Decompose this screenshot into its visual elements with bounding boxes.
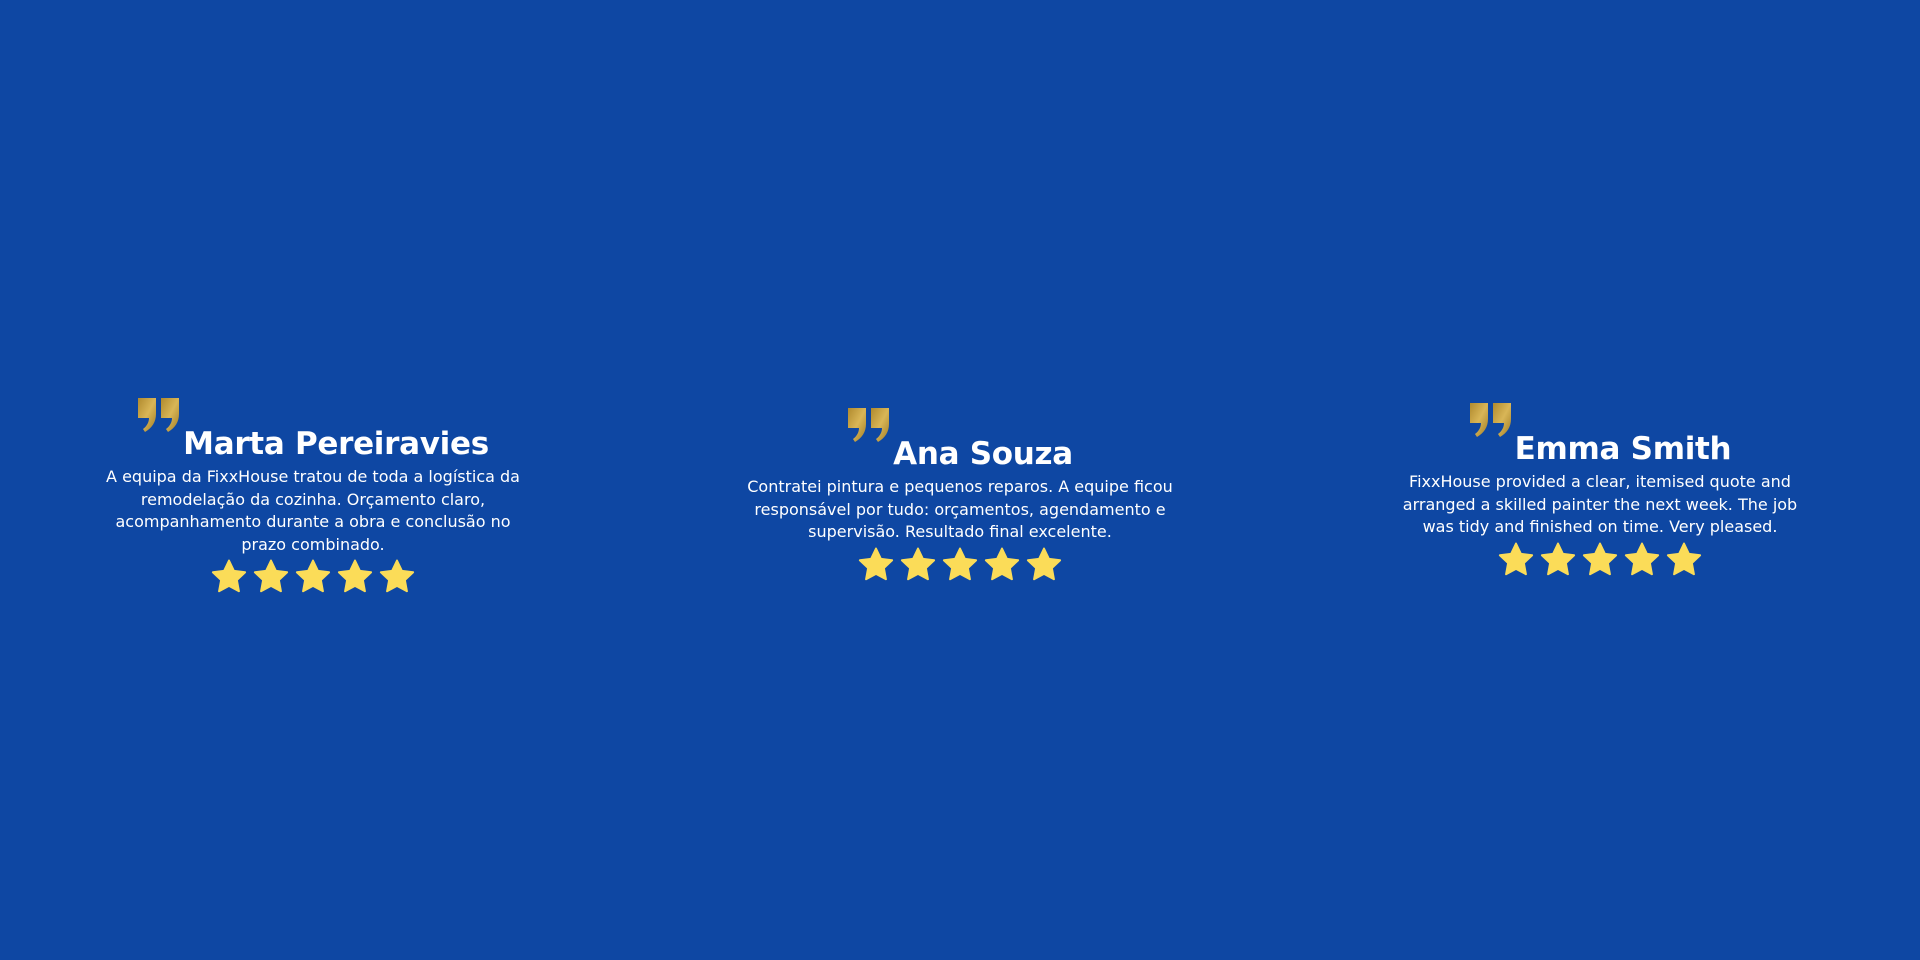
testimonial-card: Ana Souza Contratei pintura e pequenos r… — [740, 408, 1180, 584]
star-icon — [1666, 542, 1702, 575]
star-icon — [984, 547, 1020, 580]
reviewer-name: Ana Souza — [893, 436, 1073, 472]
star-icon — [1498, 542, 1534, 575]
testimonial-heading: Marta Pereiravies — [137, 398, 489, 464]
reviewer-name: Emma Smith — [1514, 431, 1732, 467]
star-icon — [900, 547, 936, 580]
star-icon — [942, 547, 978, 580]
star-rating — [1380, 541, 1820, 579]
star-icon — [211, 559, 247, 593]
review-text: Contratei pintura e pequenos reparos. A … — [747, 477, 1173, 541]
star-icon — [337, 559, 373, 593]
star-icon — [858, 547, 894, 580]
reviewer-name: Marta Pereiravies — [183, 426, 489, 462]
star-rating — [740, 546, 1180, 584]
star-icon — [1582, 542, 1618, 575]
star-icon — [1026, 547, 1062, 580]
star-icon — [1624, 542, 1660, 575]
star-icon — [295, 559, 331, 593]
star-icon — [379, 559, 415, 593]
testimonials-section: Marta Pereiravies A equipa da FixxHouse … — [0, 0, 1920, 960]
review-text: A equipa da FixxHouse tratou de toda a l… — [106, 467, 520, 554]
testimonial-card: Emma Smith FixxHouse provided a clear, i… — [1380, 403, 1820, 579]
star-icon — [253, 559, 289, 593]
quote-icon — [848, 408, 890, 442]
star-rating — [93, 558, 533, 596]
testimonial-heading: Emma Smith — [1469, 403, 1732, 469]
testimonial-card: Marta Pereiravies A equipa da FixxHouse … — [93, 398, 533, 596]
quote-icon — [138, 398, 180, 432]
star-icon — [1540, 542, 1576, 575]
review-text: FixxHouse provided a clear, itemised quo… — [1402, 472, 1798, 536]
quote-icon — [1469, 403, 1511, 437]
testimonial-heading: Ana Souza — [847, 408, 1073, 474]
